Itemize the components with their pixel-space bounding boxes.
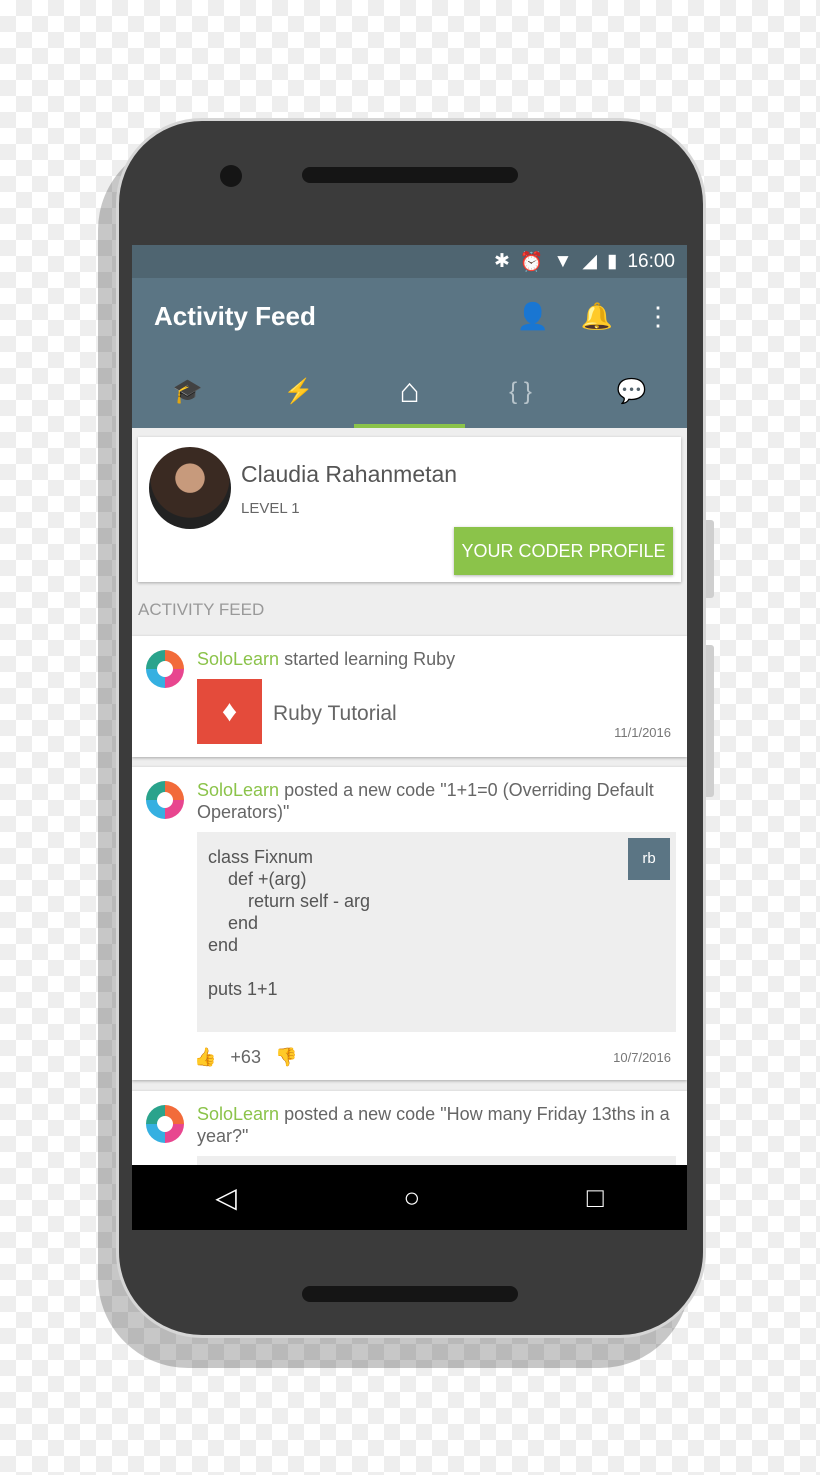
home-circle-icon[interactable]: ○ xyxy=(403,1182,420,1214)
feed-item[interactable]: SoloLearn posted a new code "1+1=0 (Over… xyxy=(132,767,687,1080)
bluetooth-icon: ✱ xyxy=(493,251,510,272)
signal-icon: ◢ xyxy=(582,251,597,272)
tab-discuss[interactable]: 💬 xyxy=(576,355,687,428)
profile-card: Claudia Rahanmetan LEVEL 1 YOUR CODER PR… xyxy=(138,437,681,582)
user-link[interactable]: SoloLearn xyxy=(197,780,279,800)
course-title[interactable]: Ruby Tutorial xyxy=(273,702,397,726)
thumbs-up-icon[interactable]: 👍 xyxy=(194,1047,216,1068)
wifi-icon: ▼ xyxy=(553,250,573,272)
profile-level: LEVEL 1 xyxy=(241,500,300,517)
code-preview[interactable]: class Fixnum def +(arg) return self - ar… xyxy=(197,832,676,1032)
feed-text: SoloLearn started learning Ruby xyxy=(197,648,675,670)
tab-learn[interactable]: 🎓 xyxy=(132,355,243,428)
vote-count: +63 xyxy=(230,1047,261,1067)
bell-icon[interactable]: 🔔 xyxy=(565,301,629,332)
coder-profile-button[interactable]: YOUR CODER PROFILE xyxy=(454,527,673,575)
vote-bar: 👍 +63 👎 xyxy=(194,1047,297,1068)
status-bar: ✱ ⏰ ▼ ◢ ▮ 16:00 xyxy=(132,245,687,278)
user-link[interactable]: SoloLearn xyxy=(197,1104,279,1124)
code-text: class Fixnum def +(arg) return self - ar… xyxy=(208,847,371,999)
home-icon: ⌂ xyxy=(399,372,420,410)
speaker-bottom xyxy=(302,1286,518,1302)
profile-icon[interactable]: 👤 xyxy=(501,301,565,332)
chat-icon: 💬 xyxy=(616,378,647,405)
page-title: Activity Feed xyxy=(154,301,316,331)
avatar[interactable] xyxy=(149,447,231,529)
thumbs-down-icon[interactable]: 👎 xyxy=(275,1047,297,1068)
speaker-top xyxy=(302,167,518,183)
battery-icon: ▮ xyxy=(606,251,618,272)
sololearn-logo-icon[interactable] xyxy=(146,1105,184,1143)
user-link[interactable]: SoloLearn xyxy=(197,649,279,669)
tab-home[interactable]: ⌂ xyxy=(354,355,465,428)
feed-text: SoloLearn posted a new code "How many Fr… xyxy=(197,1103,675,1147)
power-button xyxy=(706,520,714,598)
volume-button xyxy=(706,645,714,797)
more-vert-icon[interactable]: ⋮ xyxy=(629,301,687,332)
graduation-cap-icon: 🎓 xyxy=(172,378,203,405)
feed-action: started learning Ruby xyxy=(279,649,456,669)
profile-name: Claudia Rahanmetan xyxy=(241,461,458,487)
tab-play[interactable]: ⚡ xyxy=(243,355,354,428)
language-badge: rb xyxy=(628,838,670,880)
feed-item[interactable]: SoloLearn started learning Ruby ♦ Ruby T… xyxy=(132,636,687,757)
code-braces-icon: { } xyxy=(509,377,532,405)
ruby-gem-icon: ♦ xyxy=(197,679,262,744)
lightning-icon: ⚡ xyxy=(283,378,314,405)
screen: ✱ ⏰ ▼ ◢ ▮ 16:00 Activity Feed 👤 🔔 ⋮ 🎓 ⚡ … xyxy=(132,245,687,1230)
feed-date: 11/1/2016 xyxy=(614,725,671,740)
tab-bar: 🎓 ⚡ ⌂ { } 💬 xyxy=(132,355,687,428)
feed-text: SoloLearn posted a new code "1+1=0 (Over… xyxy=(197,779,675,823)
tab-code[interactable]: { } xyxy=(465,355,576,428)
section-title: ACTIVITY FEED xyxy=(138,600,265,619)
recents-icon[interactable]: □ xyxy=(587,1182,604,1214)
sololearn-logo-icon[interactable] xyxy=(146,650,184,688)
alarm-icon: ⏰ xyxy=(519,251,544,273)
back-icon[interactable]: ◁ xyxy=(215,1181,237,1214)
system-nav-bar: ◁ ○ □ xyxy=(132,1165,687,1230)
app-bar: Activity Feed 👤 🔔 ⋮ xyxy=(132,278,687,355)
status-time: 16:00 xyxy=(627,250,675,272)
front-camera xyxy=(220,165,242,187)
feed-date: 10/7/2016 xyxy=(613,1050,671,1065)
sololearn-logo-icon[interactable] xyxy=(146,781,184,819)
